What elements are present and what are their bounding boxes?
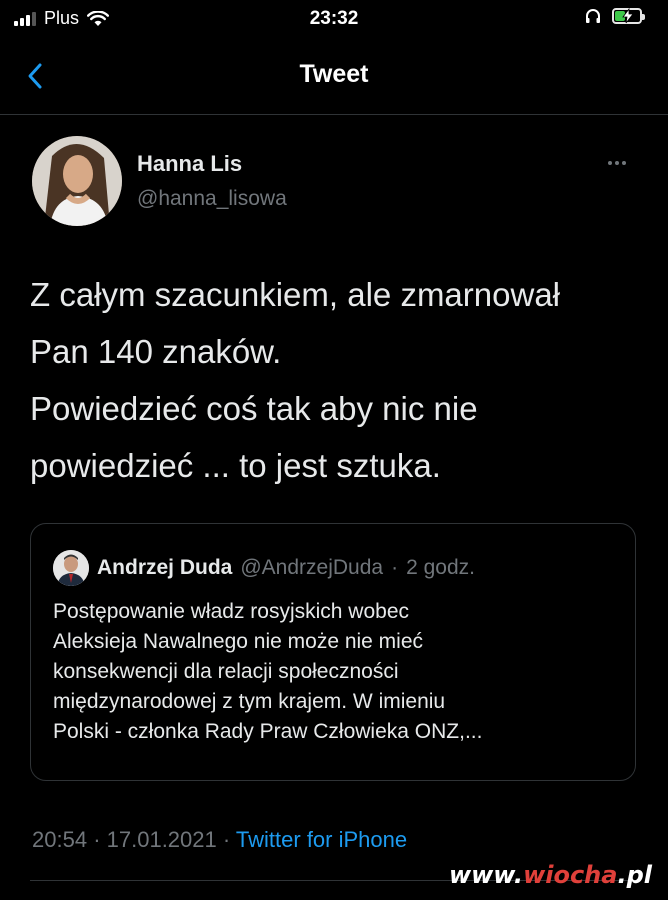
quoted-author-handle: @AndrzejDuda — [240, 556, 384, 579]
tweet-text-line: Pan 140 znaków. — [30, 333, 282, 370]
quoted-text-line: Postępowanie władz rosyjskich wobec — [53, 600, 410, 623]
watermark-tld: .pl — [617, 861, 652, 889]
battery-icon — [612, 8, 645, 24]
tweet-time: 20:54 — [32, 827, 88, 852]
quoted-text-line: konsekwencji dla relacji społeczności — [53, 660, 399, 683]
charging-bolt-icon — [622, 8, 634, 24]
watermark-www: www. — [448, 861, 524, 889]
tweet-text-line: powiedzieć ... to jest sztuka. — [30, 447, 441, 484]
avatar[interactable] — [32, 136, 122, 226]
quoted-tweet-header: Andrzej Duda @AndrzejDuda · 2 godz. — [53, 550, 475, 586]
tweet-text-line: Z całym szacunkiem, ale zmarnował — [30, 276, 560, 313]
page-title: Tweet — [299, 60, 369, 88]
tweet-source-link[interactable]: Twitter for iPhone — [236, 827, 407, 852]
status-clock: 23:32 — [309, 8, 359, 29]
tweet-author-row: Hanna Lis @hanna_lisowa — [32, 136, 642, 228]
quoted-avatar-photo — [53, 550, 89, 586]
quoted-tweet-text: Postępowanie władz rosyjskich wobec Alek… — [53, 597, 623, 747]
meta-separator: · — [93, 827, 101, 852]
more-dot-icon — [608, 161, 612, 165]
author-handle[interactable]: @hanna_lisowa — [137, 187, 287, 211]
quoted-tweet-card[interactable]: Andrzej Duda @AndrzejDuda · 2 godz. Post… — [30, 523, 636, 781]
tweet-text: Z całym szacunkiem, ale zmarnował Pan 14… — [30, 266, 640, 494]
status-right — [584, 7, 645, 25]
watermark-name: wiocha — [523, 861, 618, 889]
author-name[interactable]: Hanna Lis — [137, 151, 242, 177]
headphones-icon — [586, 9, 600, 23]
quoted-separator: · — [391, 556, 399, 579]
quoted-author-name: Andrzej Duda — [97, 556, 233, 579]
more-options-button[interactable] — [602, 156, 632, 170]
tweet-date: 17.01.2021 — [106, 827, 217, 852]
meta-separator: · — [222, 827, 231, 852]
watermark: www.wiocha.pl — [449, 861, 652, 889]
tweet-meta-row: 20:54 · 17.01.2021 · Twitter for iPhone — [32, 827, 407, 853]
quoted-age: 2 godz. — [406, 556, 475, 579]
quoted-text-line: międzynarodowej z tym krajem. W imieniu — [53, 690, 446, 713]
status-bar: Plus 23:32 — [0, 0, 668, 38]
quoted-text-line: Aleksieja Nawalnego nie może nie mieć — [53, 630, 424, 653]
avatar-photo — [32, 136, 122, 226]
more-dot-icon — [622, 161, 626, 165]
tweet-text-line: Powiedzieć coś tak aby nic nie — [30, 390, 478, 427]
quoted-avatar — [53, 550, 89, 586]
more-dot-icon — [615, 161, 619, 165]
nav-bar: Tweet — [0, 38, 668, 115]
quoted-text-line: Polski - członka Rady Praw Człowieka ONZ… — [53, 720, 483, 743]
